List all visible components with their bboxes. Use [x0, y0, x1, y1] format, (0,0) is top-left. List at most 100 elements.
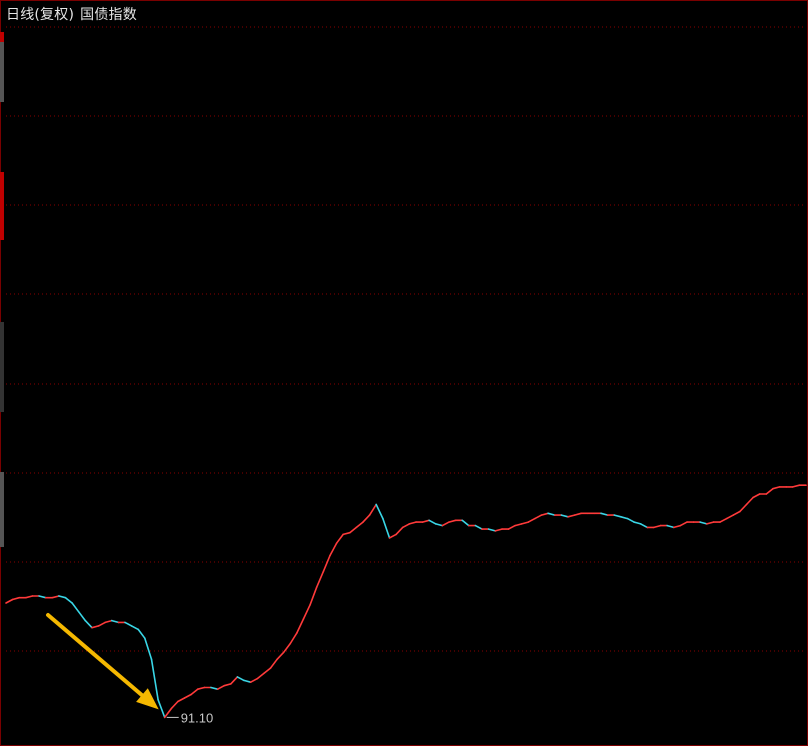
- price-segment-21: [137, 628, 146, 640]
- grid-lines: [6, 26, 806, 652]
- low-value-label: 91.10: [181, 710, 214, 725]
- price-segment-64: [421, 519, 430, 523]
- price-segment-94: [620, 515, 629, 520]
- price-segment-120: [791, 484, 801, 488]
- price-segment-78: [514, 523, 523, 527]
- price-segment-109: [719, 517, 728, 523]
- price-segment-45: [296, 618, 305, 634]
- price-segment-65: [428, 519, 437, 525]
- price-segment-114: [752, 493, 761, 499]
- price-segment-25: [163, 707, 173, 719]
- price-segment-6: [38, 595, 47, 599]
- price-segment-83: [547, 512, 556, 516]
- price-segment-91: [600, 512, 609, 516]
- price-segment-1: [5, 598, 14, 604]
- price-segment-101: [666, 524, 675, 529]
- price-segment-4: [24, 595, 34, 599]
- price-segment-44: [289, 632, 298, 645]
- price-segment-102: [672, 524, 682, 529]
- price-segment-87: [573, 512, 583, 516]
- price-segment-67: [441, 521, 450, 527]
- price-segment-22: [144, 637, 153, 661]
- price-segment-103: [679, 521, 688, 527]
- price-segment-34: [223, 683, 232, 687]
- price-segment-49: [322, 554, 331, 573]
- price-segment-93: [613, 514, 622, 518]
- price-segment-40: [263, 667, 272, 675]
- price-segment-26: [170, 700, 179, 710]
- price-segment-36: [236, 676, 245, 682]
- price-segment-2: [11, 596, 21, 601]
- price-segment-99: [653, 524, 662, 529]
- price-segment-50: [329, 542, 338, 557]
- price-segment-17: [111, 619, 120, 624]
- price-segment-112: [739, 503, 748, 513]
- price-segment-66: [434, 523, 444, 527]
- price-segment-95: [626, 517, 635, 523]
- price-segment-46: [302, 603, 311, 620]
- price-segment-27: [177, 697, 186, 703]
- price-segment-85: [560, 514, 569, 518]
- price-segment-82: [540, 512, 549, 516]
- price-segment-41: [269, 658, 278, 669]
- price-segment-16: [104, 619, 113, 624]
- price-segment-12: [77, 610, 87, 622]
- price-segment-117: [772, 486, 781, 490]
- price-segment-29: [190, 688, 199, 696]
- price-segment-81: [534, 514, 543, 520]
- price-segment-33: [216, 684, 225, 691]
- price-segment-59: [388, 533, 397, 539]
- price-segment-72: [474, 524, 483, 530]
- price-segment-113: [745, 496, 754, 506]
- price-segment-9: [58, 595, 67, 599]
- price-segment-70: [461, 519, 470, 527]
- price-segment-51: [335, 533, 345, 545]
- price-segment-19: [124, 621, 133, 627]
- price-segment-56: [368, 503, 378, 516]
- price-segment-86: [567, 514, 576, 518]
- price-segment-68: [448, 519, 457, 523]
- annotations: 91.10: [46, 613, 214, 725]
- price-segment-39: [256, 672, 265, 680]
- price-segment-74: [487, 528, 497, 532]
- price-segment-60: [395, 526, 404, 536]
- price-segment-106: [699, 521, 708, 525]
- price-segment-62: [408, 521, 417, 525]
- price-segment-28: [183, 693, 192, 699]
- price-segment-75: [494, 528, 503, 532]
- price-segment-24: [157, 698, 166, 719]
- price-segment-20: [130, 625, 139, 631]
- price-segment-42: [276, 651, 285, 661]
- price-segment-79: [520, 521, 530, 525]
- price-segment-58: [382, 517, 391, 539]
- price-segment-48: [315, 570, 325, 589]
- price-segment-61: [401, 523, 411, 529]
- price-segment-37: [243, 679, 252, 684]
- price-segment-57: [375, 503, 384, 520]
- price-segment-54: [355, 521, 364, 529]
- price-segment-110: [725, 514, 735, 520]
- price-segment-38: [249, 677, 259, 684]
- price-segment-55: [362, 514, 371, 523]
- price-segment-35: [230, 676, 239, 685]
- price-segment-11: [71, 602, 80, 613]
- price-segment-97: [639, 523, 649, 529]
- price-segment-14: [91, 625, 100, 629]
- price-segment-10: [64, 596, 73, 604]
- price-segment-96: [633, 521, 642, 525]
- price-segment-107: [705, 521, 715, 525]
- price-segment-116: [765, 487, 774, 495]
- price-segment-77: [507, 524, 516, 530]
- price-segment-15: [97, 621, 106, 627]
- price-segment-52: [342, 531, 351, 536]
- price-segment-13: [84, 619, 93, 629]
- price-segment-30: [196, 686, 206, 691]
- price-segment-23: [150, 658, 159, 701]
- price-segment-53: [348, 526, 358, 534]
- price-segment-8: [51, 595, 60, 599]
- price-segment-47: [309, 586, 318, 606]
- price-chart[interactable]: 91.10: [0, 0, 808, 746]
- price-segment-32: [210, 686, 219, 691]
- price-segment-111: [732, 510, 741, 516]
- price-segment-80: [527, 517, 536, 523]
